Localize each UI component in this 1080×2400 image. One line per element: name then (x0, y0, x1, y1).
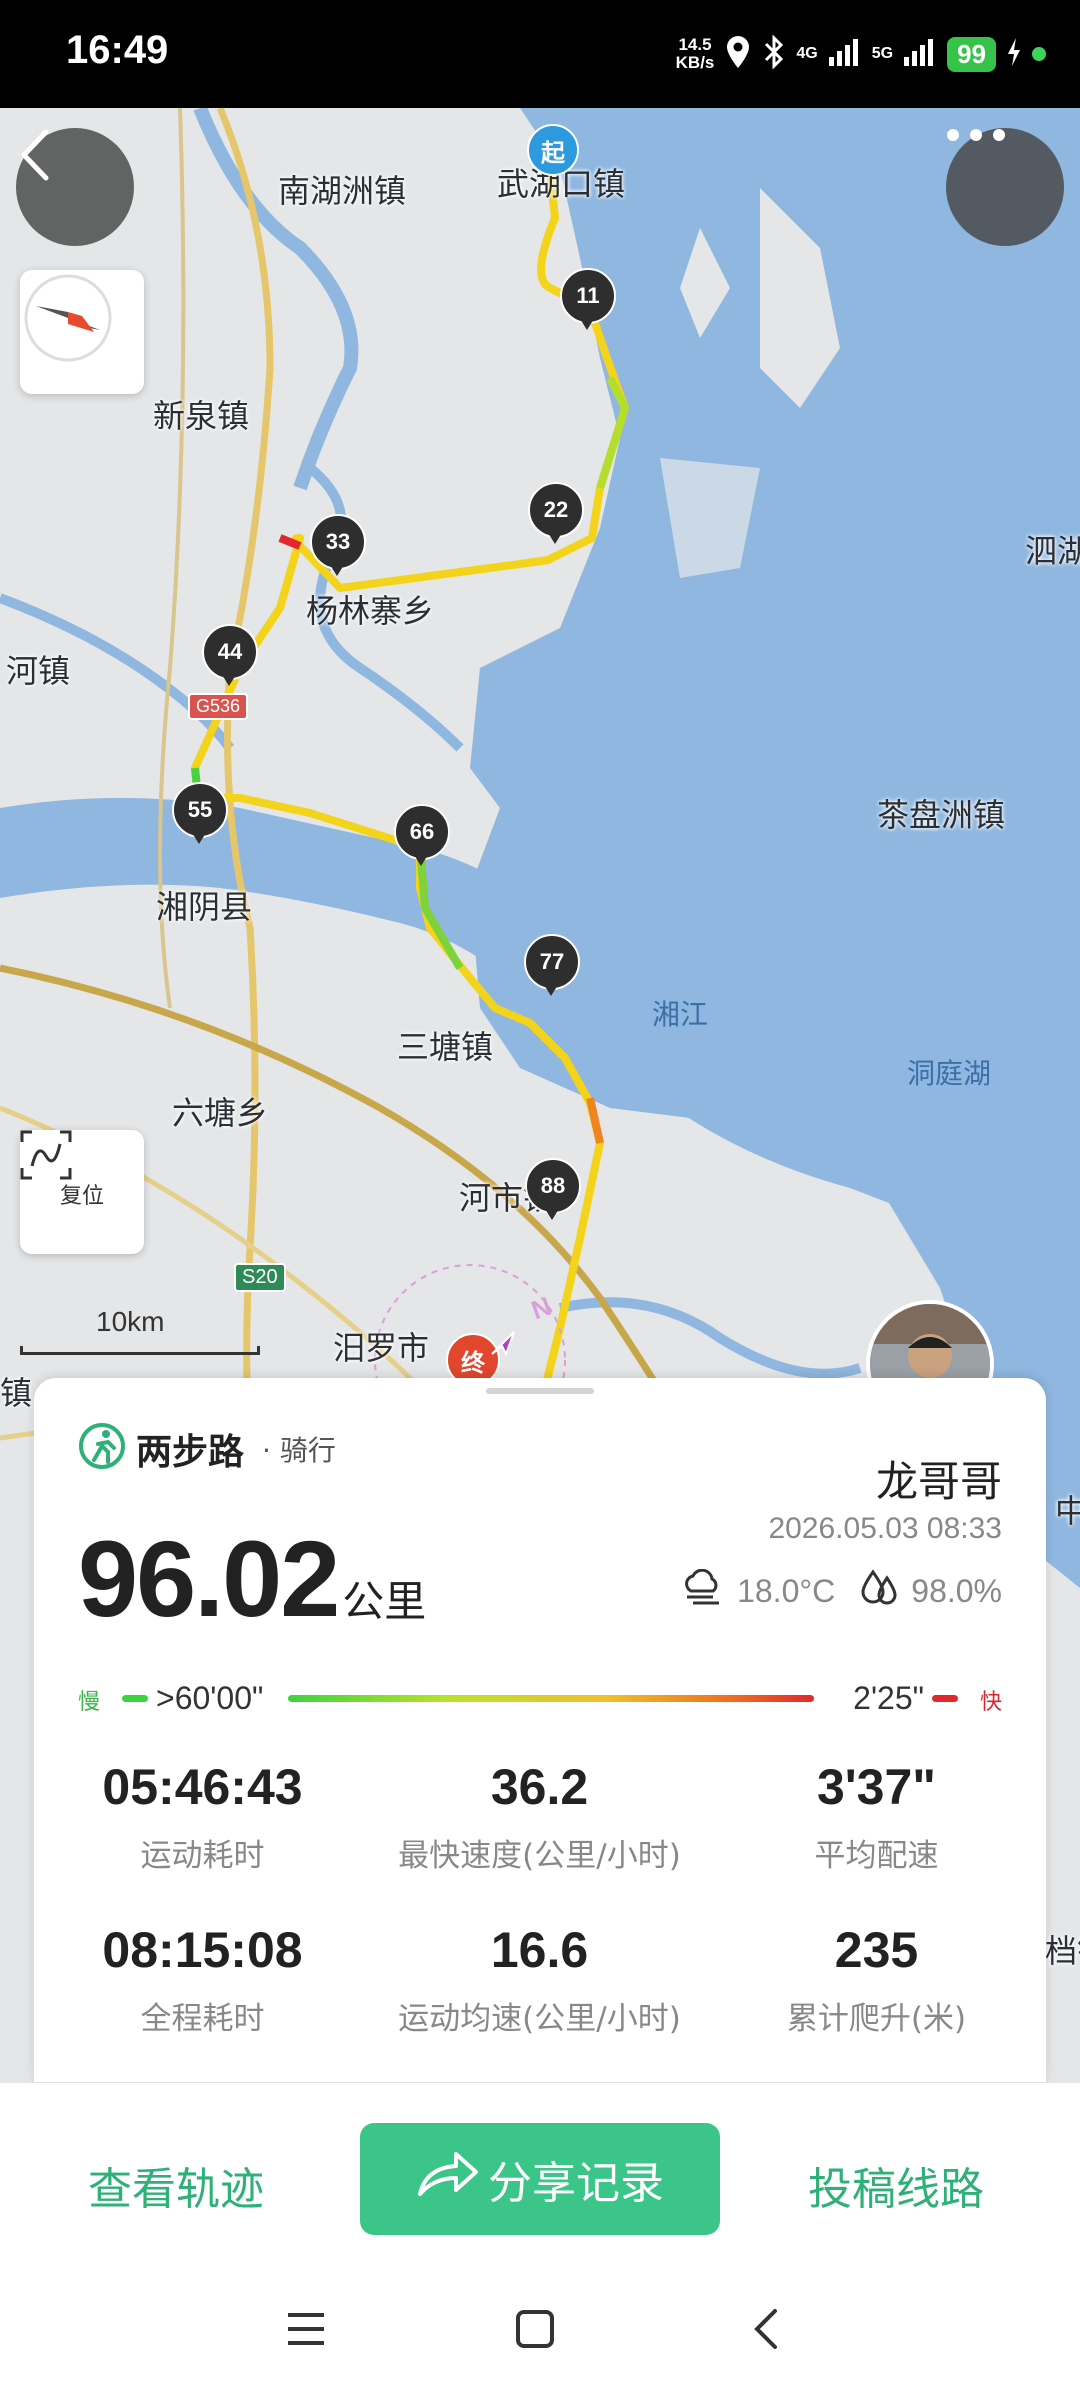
pace-fast-swatch (932, 1695, 958, 1702)
pace-fast-label: 快 (979, 1689, 1002, 1714)
back-nav-button[interactable] (735, 2301, 795, 2361)
humidity-icon (859, 1568, 899, 1614)
road-badge: S20 (234, 1263, 286, 1292)
activity-date: 2026.05.03 08:33 (768, 1512, 1002, 1545)
km-marker[interactable]: 44 (202, 624, 258, 688)
pace-slow-value: >60'00" (156, 1680, 264, 1716)
temperature: 18.0°C (737, 1572, 836, 1609)
activity-type: · 骑行 (262, 1434, 336, 1467)
share-arrow-icon (416, 2148, 480, 2211)
town-label: 汨罗市 (333, 1329, 430, 1367)
more-button[interactable] (946, 128, 1064, 246)
menu-nav-button[interactable] (276, 2301, 336, 2361)
share-record-button[interactable]: 分享记录 (360, 2123, 720, 2235)
pace-legend: 慢 >60'00" 2'25" 快 (78, 1680, 1002, 1720)
submit-route-button[interactable]: 投稿线路 (808, 2153, 984, 2217)
km-marker[interactable]: 88 (525, 1158, 581, 1222)
humidity: 98.0% (911, 1572, 1002, 1609)
town-label: 南湖洲镇 (278, 172, 407, 210)
stat-avg-pace: 3'37" 平均配速 (814, 1759, 939, 1874)
network-speed: 14.5 KB/s (675, 35, 715, 72)
stat-max-speed: 36.2 最快速度(公里/小时) (398, 1759, 681, 1874)
distance-value: 96.02 (78, 1518, 340, 1639)
home-nav-button[interactable] (505, 2301, 565, 2361)
pace-fast-value: 2'25" (853, 1680, 924, 1716)
signal-4g-icon (828, 37, 862, 72)
stat-total-time: 08:15:08 全程耗时 (102, 1922, 303, 2037)
reset-label: 复位 (59, 1184, 104, 1209)
scale-bar (20, 1346, 260, 1355)
share-record-label: 分享记录 (488, 2158, 664, 2209)
town-label: 泗湖 (1025, 532, 1080, 570)
km-marker[interactable]: 22 (528, 482, 584, 546)
km-marker[interactable]: 66 (394, 804, 450, 868)
distance: 96.02 公里 (78, 1516, 426, 1641)
charging-icon (1006, 37, 1022, 72)
view-track-button[interactable]: 查看轨迹 (88, 2153, 264, 2217)
signal-5g-label: 5G (871, 45, 894, 62)
location-icon (724, 34, 752, 75)
reset-view-button[interactable]: 复位 (20, 1130, 144, 1254)
brand-name: 两步路 (136, 1432, 245, 1473)
scale-label: 10km (96, 1306, 165, 1337)
town-label: 河镇 (6, 652, 71, 690)
town-label: 新泉镇 (153, 397, 250, 435)
cloudy-weather-icon (681, 1568, 725, 1613)
status-bar: 16:49 14.5 KB/s 4G 5G 99 (0, 0, 1080, 108)
distance-unit: 公里 (342, 1577, 427, 1626)
water-label: 湘江 (652, 998, 709, 1031)
weather: 18.0°C 98.0% (681, 1568, 1002, 1614)
bluetooth-icon (762, 33, 786, 74)
road-badge: G536 (188, 693, 249, 720)
back-button[interactable] (16, 128, 134, 246)
stat-elevation-gain: 235 累计爬升(米) (786, 1922, 967, 2037)
system-nav-bar (0, 2261, 1080, 2400)
km-marker[interactable]: 55 (172, 782, 228, 846)
town-label: 三塘镇 (397, 1028, 494, 1066)
town-label: 湘阴县 (156, 888, 253, 926)
brand: 两步路 · 骑行 (78, 1422, 336, 1476)
pace-slow-swatch (122, 1695, 148, 1702)
town-label: 六塘乡 (172, 1094, 269, 1132)
user-name: 龙哥哥 (875, 1457, 1002, 1506)
compass-button[interactable] (20, 270, 144, 394)
privacy-indicator-dot (1032, 47, 1046, 61)
km-marker[interactable]: 33 (310, 514, 366, 578)
water-label: 洞庭湖 (907, 1057, 992, 1090)
signal-4g-label: 4G (796, 45, 818, 62)
status-icons: 14.5 KB/s 4G 5G 99 (676, 26, 1046, 82)
battery-level: 99 (947, 36, 996, 72)
town-label: 镇 (0, 1374, 33, 1412)
pace-gradient (288, 1695, 814, 1702)
town-label: 杨林寨乡 (306, 592, 435, 630)
activity-summary-card: 两步路 · 骑行 龙哥哥 2026.05.03 08:33 96.02 公里 1… (34, 1378, 1046, 2082)
action-bar: 查看轨迹 分享记录 投稿线路 (0, 2083, 1080, 2261)
town-label: 茶盘洲镇 (877, 796, 1006, 834)
start-marker[interactable]: 起 (527, 124, 579, 176)
home-square-icon (515, 2309, 555, 2353)
drag-handle[interactable] (486, 1388, 594, 1394)
status-time: 16:49 (66, 28, 169, 72)
stat-moving-time: 05:46:43 运动耗时 (102, 1759, 303, 1874)
back-chevron-icon (751, 2307, 779, 2355)
menu-icon (286, 2311, 326, 2351)
km-marker[interactable]: 77 (524, 934, 580, 998)
stat-avg-speed: 16.6 运动均速(公里/小时) (398, 1922, 681, 2037)
pace-slow-label: 慢 (78, 1689, 101, 1714)
km-marker[interactable]: 11 (560, 268, 616, 332)
town-label: 中 (1055, 1492, 1080, 1530)
town-label: 档铺 (1045, 1932, 1080, 1970)
runner-logo-icon (78, 1422, 126, 1476)
signal-5g-icon (903, 37, 937, 72)
